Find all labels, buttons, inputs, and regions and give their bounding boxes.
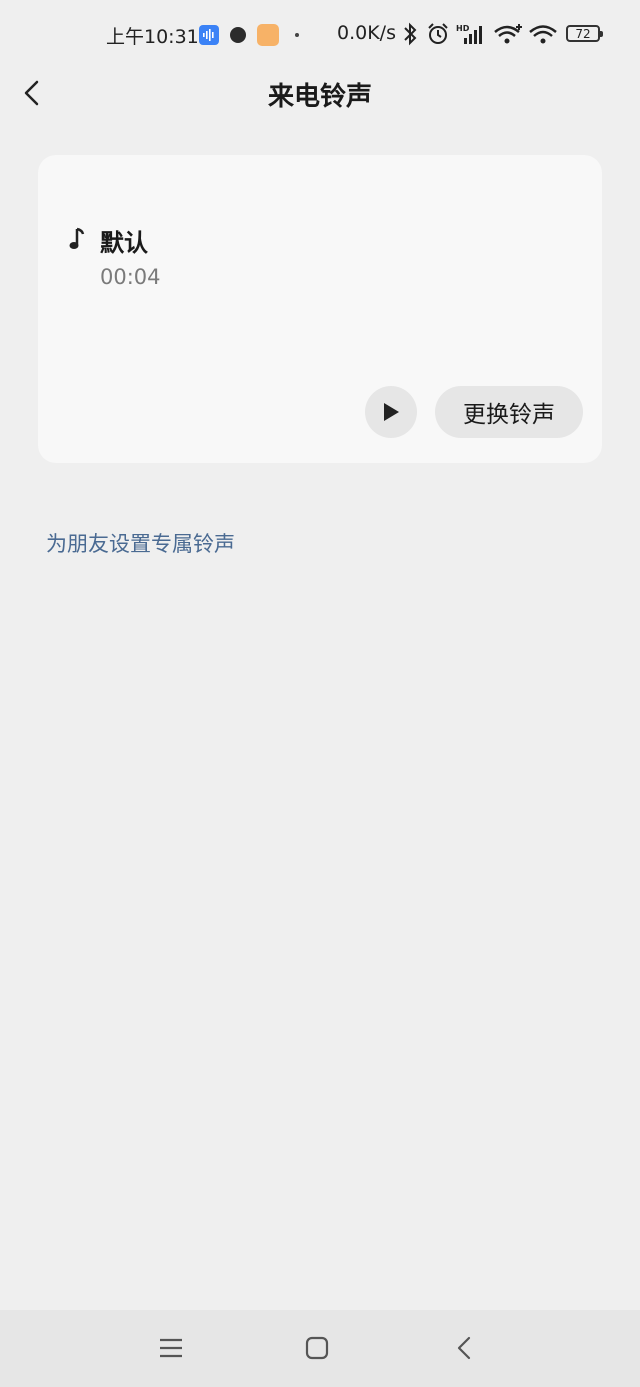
wifi-plus-icon — [493, 22, 525, 50]
battery-icon: 72 — [566, 25, 603, 42]
friend-ringtone-link[interactable]: 为朋友设置专属铃声 — [46, 528, 235, 558]
wifi-icon — [528, 22, 558, 50]
cartoon-app-icon — [257, 24, 279, 46]
voice-app-icon — [199, 25, 219, 45]
navigation-bar — [0, 1310, 640, 1387]
back-icon — [457, 1336, 471, 1360]
bluetooth-icon — [402, 22, 418, 50]
nav-home-button[interactable] — [302, 1333, 332, 1363]
nav-back-button[interactable] — [450, 1333, 480, 1363]
svg-text:HD: HD — [456, 24, 470, 33]
ringtone-card: 默认 00:04 更换铃声 — [38, 155, 602, 463]
dot-icon — [295, 33, 299, 37]
status-bar: 上午10:31 0.0K/s HD 72 — [0, 0, 640, 70]
home-icon — [305, 1336, 329, 1360]
status-time: 上午10:31 — [106, 26, 199, 48]
play-icon — [384, 403, 399, 421]
network-speed: 0.0K/s — [337, 22, 396, 44]
circle-app-icon — [230, 27, 246, 43]
change-ringtone-button[interactable]: 更换铃声 — [435, 386, 583, 438]
hd-signal-icon: HD — [456, 22, 488, 50]
ringtone-duration: 00:04 — [100, 265, 161, 289]
ringtone-name: 默认 — [100, 229, 148, 257]
menu-icon — [160, 1338, 182, 1358]
alarm-icon — [426, 22, 450, 50]
music-note-icon — [68, 227, 86, 251]
nav-menu-button[interactable] — [156, 1333, 186, 1363]
page-title: 来电铃声 — [267, 82, 372, 112]
header: 来电铃声 — [0, 70, 640, 116]
play-button[interactable] — [365, 386, 417, 438]
